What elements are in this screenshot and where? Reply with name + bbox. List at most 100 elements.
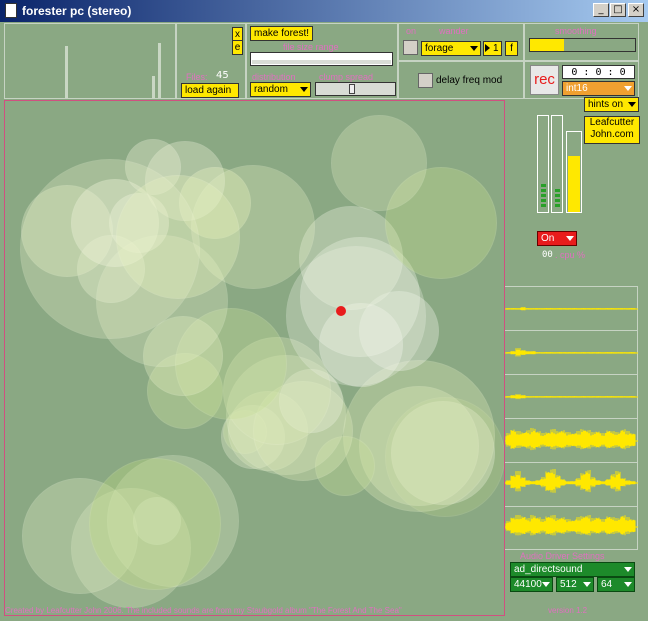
wander-panel: on wander forage 1 f [398, 23, 524, 61]
wander-mode-value: forage [425, 43, 454, 54]
play-icon [485, 44, 490, 52]
record-button[interactable]: rec [530, 65, 559, 95]
cpu-value: 00 [542, 250, 553, 260]
wander-mode-dropdown[interactable]: forage [421, 41, 481, 56]
listener-position-marker[interactable] [336, 306, 346, 316]
timer-sep: : [607, 67, 614, 78]
distribution-label: distribution [252, 72, 296, 82]
hints-value: hints on [588, 99, 624, 110]
chevron-down-icon [542, 582, 550, 587]
right-level-meter [551, 115, 563, 213]
slider-knob[interactable] [349, 84, 355, 94]
distribution-value: random [254, 84, 288, 95]
record-timer: 0 : 0 : 0 [562, 65, 635, 79]
timer-hours: 0 [571, 67, 578, 78]
waveform-track-6 [505, 515, 638, 536]
timer-sep: : [583, 67, 590, 78]
power-value: On [541, 233, 555, 244]
meter-segment [555, 194, 560, 197]
waveform-track [505, 330, 638, 374]
vector-size-dropdown[interactable]: 64 [597, 577, 635, 592]
chevron-down-icon [470, 46, 478, 51]
file-size-range-label: file size range [283, 42, 339, 52]
waveform-track [505, 286, 638, 330]
window-title: forester pc (stereo) [22, 4, 132, 18]
master-volume-meter[interactable] [566, 131, 582, 213]
waveform-track-4 [505, 428, 638, 451]
record-panel: rec 0 : 0 : 0 int16 [524, 61, 639, 99]
waveform-track-3 [505, 394, 638, 400]
sound-tree-circle[interactable] [89, 458, 221, 590]
files-label: Files: [186, 72, 208, 82]
chevron-down-icon [624, 567, 632, 572]
meter-segment [555, 189, 560, 192]
range-track [252, 60, 391, 64]
delay-freq-mod-checkbox[interactable] [418, 73, 433, 88]
e-button[interactable]: e [232, 40, 243, 55]
delay-freq-mod-label: delay freq mod [436, 75, 503, 86]
meter-segment [541, 194, 546, 197]
chevron-down-icon [624, 86, 632, 91]
cpu-label: . cpu % [555, 250, 586, 260]
website-link[interactable]: Leafcutter John.com [584, 116, 640, 144]
meter-segment [541, 204, 546, 207]
waveform-track-1 [505, 307, 638, 311]
file-size-histogram [4, 23, 176, 99]
buffer-size-value: 512 [560, 579, 577, 590]
chevron-down-icon [624, 582, 632, 587]
power-dropdown[interactable]: On [537, 231, 577, 246]
waveform-track [505, 418, 638, 462]
audio-settings-label: Audio Driver Settings [520, 551, 605, 561]
record-format-dropdown[interactable]: int16 [562, 81, 635, 96]
smoothing-slider[interactable] [529, 38, 636, 52]
chevron-down-icon [300, 87, 308, 92]
minimize-button[interactable]: _ [593, 3, 609, 17]
audio-driver-dropdown[interactable]: ad_directsound [510, 562, 635, 577]
forest-canvas[interactable] [4, 100, 505, 616]
audio-driver-value: ad_directsound [514, 564, 583, 575]
version-label: version 1.2 [548, 606, 588, 615]
file-size-range-slider[interactable] [250, 52, 393, 66]
chevron-down-icon [583, 582, 591, 587]
sound-tree-circle[interactable] [331, 115, 427, 211]
hints-dropdown[interactable]: hints on [584, 97, 639, 112]
clump-spread-label: clump spread [319, 72, 374, 82]
waveform-track-5 [505, 469, 638, 493]
meter-segment [541, 199, 546, 202]
wander-one-button[interactable]: 1 [483, 41, 502, 56]
wander-on-label: on [406, 26, 417, 36]
waveform-track [505, 506, 638, 550]
waveform-track-2 [505, 348, 638, 357]
volume-fill [568, 156, 580, 212]
timer-seconds: 0 [619, 67, 626, 78]
chevron-down-icon [628, 102, 636, 107]
close-button[interactable]: × [628, 3, 644, 17]
chevron-down-icon [566, 236, 574, 241]
histogram-bar [158, 43, 161, 98]
meter-segment [555, 204, 560, 207]
sound-tree-circle[interactable] [20, 159, 200, 339]
meter-segment [541, 184, 546, 187]
buffer-size-dropdown[interactable]: 512 [556, 577, 594, 592]
wander-on-checkbox[interactable] [403, 40, 418, 55]
wander-f-button[interactable]: f [505, 41, 518, 56]
histogram-bar [152, 76, 155, 98]
vector-size-value: 64 [601, 579, 613, 590]
title-bar: forester pc (stereo) _ □ × [0, 0, 648, 22]
smoothing-panel: smoothing [524, 23, 639, 61]
record-format-value: int16 [566, 83, 588, 94]
clump-spread-slider[interactable] [315, 82, 396, 96]
credit-line-1: Leafcutter [589, 117, 635, 128]
credit-line-2: John.com [590, 129, 634, 140]
histogram-bar [65, 46, 68, 98]
meter-segment [541, 189, 546, 192]
sample-rate-value: 44100 [514, 579, 542, 590]
load-again-button[interactable]: load again [181, 83, 239, 98]
maximize-button[interactable]: □ [610, 3, 626, 17]
distribution-dropdown[interactable]: random [250, 82, 311, 97]
sample-rate-dropdown[interactable]: 44100 [510, 577, 553, 592]
make-forest-button[interactable]: make forest! [250, 26, 314, 41]
waveform-track [505, 462, 638, 506]
files-count: 45 [216, 70, 229, 81]
left-level-meter [537, 115, 549, 213]
